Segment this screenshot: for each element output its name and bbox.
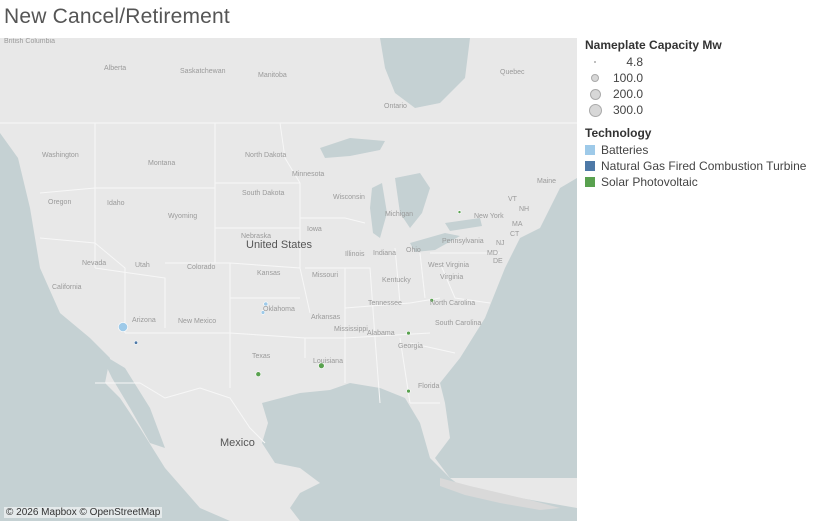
size-circle-icon: [585, 61, 605, 63]
map-attribution[interactable]: © 2026 Mapbox © OpenStreetMap: [4, 507, 163, 518]
technology-legend-label: Natural Gas Fired Combustion Turbine: [601, 159, 807, 173]
label-united-states: United States: [246, 239, 313, 251]
label-arkansas: Arkansas: [311, 314, 341, 321]
plant-marker[interactable]: [134, 340, 139, 345]
plant-marker[interactable]: [457, 210, 462, 214]
label-nevada: Nevada: [82, 260, 107, 267]
label-tennessee: Tennessee: [368, 300, 402, 307]
label-missouri: Missouri: [312, 272, 339, 279]
label-maine: Maine: [537, 178, 557, 185]
label-iowa: Iowa: [307, 226, 322, 233]
label-south-dakota: South Dakota: [242, 190, 285, 197]
label-north-carolina: North Carolina: [430, 300, 476, 307]
label-ma: MA: [512, 221, 523, 228]
label-new-mexico: New Mexico: [178, 318, 217, 325]
label-utah: Utah: [135, 262, 150, 269]
label-wisconsin: Wisconsin: [333, 194, 365, 201]
label-mexico: Mexico: [220, 437, 255, 449]
label-montana: Montana: [148, 160, 176, 167]
size-legend-item: 4.8: [585, 54, 813, 70]
label-colorado: Colorado: [187, 264, 216, 271]
color-swatch-icon: [585, 177, 595, 187]
size-circle-icon: [585, 103, 605, 117]
label-nj: NJ: [496, 240, 505, 247]
label-florida: Florida: [418, 383, 440, 390]
label-oklahoma: Oklahoma: [263, 306, 295, 313]
size-legend-item: 300.0: [585, 102, 813, 118]
technology-legend-item[interactable]: Batteries: [585, 142, 813, 158]
label-arizona: Arizona: [132, 317, 156, 324]
label-quebec: Quebec: [500, 69, 525, 76]
label-south-carolina: South Carolina: [435, 320, 482, 327]
technology-legend-item[interactable]: Solar Photovoltaic: [585, 174, 813, 190]
plant-marker[interactable]: [406, 388, 411, 394]
label-saskatchewan: Saskatchewan: [180, 68, 226, 75]
technology-legend-title: Technology: [585, 126, 652, 140]
label-manitoba: Manitoba: [258, 72, 287, 79]
label-british-columbia: British Columbia: [4, 38, 55, 45]
label-kansas: Kansas: [257, 270, 281, 277]
label-kentucky: Kentucky: [382, 277, 411, 284]
label-pennsylvania: Pennsylvania: [442, 238, 484, 245]
legend-panel: Nameplate Capacity Mw 4.8 100.0 200.0 300.0…: [585, 38, 813, 190]
label-michigan: Michigan: [385, 211, 414, 218]
technology-legend[interactable]: Batteries Natural Gas Fired Combustion Tu…: [585, 142, 813, 190]
map-view[interactable]: British Columbia Alberta Saskatchewan Ma…: [0, 38, 577, 521]
label-de: DE: [493, 258, 503, 265]
label-ct: CT: [510, 231, 520, 238]
technology-legend-item[interactable]: Natural Gas Fired Combustion Turbine: [585, 158, 813, 174]
label-texas: Texas: [252, 353, 271, 360]
label-illinois: Illinois: [345, 251, 365, 258]
label-idaho: Idaho: [107, 200, 125, 207]
label-wyoming: Wyoming: [168, 213, 198, 220]
label-washington: Washington: [42, 152, 79, 159]
label-minnesota: Minnesota: [292, 171, 325, 178]
label-oregon: Oregon: [48, 199, 72, 206]
label-virginia: Virginia: [440, 274, 464, 281]
size-legend-item: 100.0: [585, 70, 813, 86]
color-swatch-icon: [585, 145, 595, 155]
label-new-york: New York: [474, 213, 504, 220]
basemap: [0, 38, 577, 521]
label-indiana: Indiana: [373, 250, 396, 257]
size-legend-label: 100.0: [612, 71, 643, 85]
size-legend-title: Nameplate Capacity Mw: [585, 38, 722, 52]
label-mississippi: Mississippi: [334, 326, 368, 333]
label-alabama: Alabama: [367, 330, 395, 337]
size-legend-item: 200.0: [585, 86, 813, 102]
label-vt: VT: [508, 196, 517, 203]
label-nh: NH: [519, 206, 530, 213]
plant-marker[interactable]: [255, 371, 262, 378]
label-georgia: Georgia: [398, 343, 423, 350]
label-west-virginia: West Virginia: [428, 262, 469, 269]
technology-legend-label: Solar Photovoltaic: [601, 175, 698, 189]
size-legend-label: 200.0: [612, 87, 643, 101]
technology-legend-label: Batteries: [601, 143, 649, 157]
label-alberta: Alberta: [104, 65, 127, 72]
label-md: MD: [487, 250, 498, 257]
label-ohio: Ohio: [406, 247, 421, 254]
label-ontario: Ontario: [384, 103, 407, 110]
page-title: New Cancel/Retirement: [4, 5, 230, 28]
plant-marker[interactable]: [118, 322, 128, 332]
label-california: California: [52, 284, 82, 291]
size-legend-label: 300.0: [612, 103, 643, 117]
size-circle-icon: [585, 88, 605, 100]
label-louisiana: Louisiana: [313, 358, 343, 365]
size-circle-icon: [585, 74, 605, 82]
color-swatch-icon: [585, 161, 595, 171]
plant-marker[interactable]: [406, 330, 411, 336]
size-legend: 4.8 100.0 200.0 300.0: [585, 54, 813, 118]
label-north-dakota: North Dakota: [245, 152, 287, 159]
size-legend-label: 4.8: [626, 55, 643, 69]
